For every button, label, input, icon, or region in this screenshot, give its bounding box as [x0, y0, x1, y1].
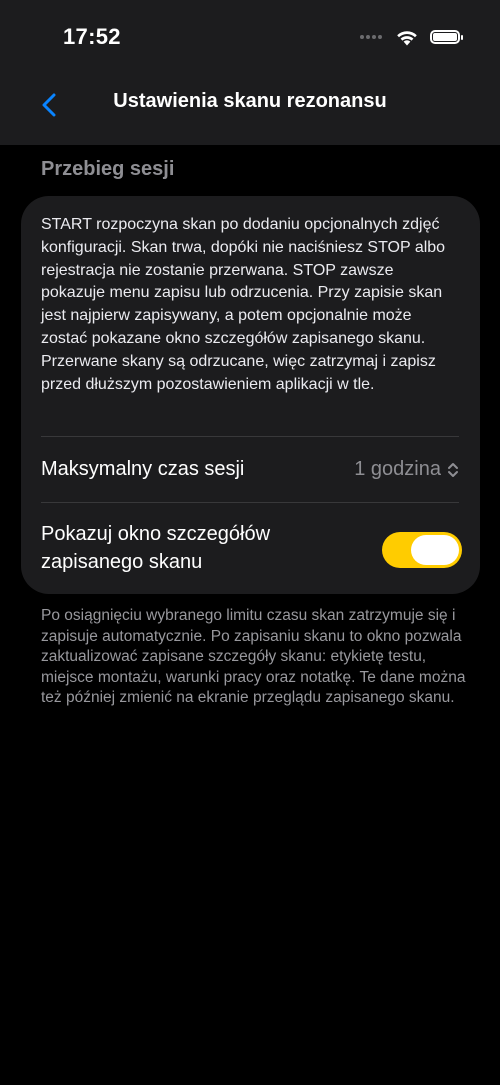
details-toggle-label-line2: zapisanego skanu	[41, 551, 203, 573]
page-title: Ustawienia skanu rezonansu	[113, 90, 387, 112]
settings-card: START rozpoczyna skan po dodaniu opcjona…	[21, 196, 480, 594]
section-header: Przebieg sesji	[41, 158, 175, 180]
status-time: 17:52	[63, 24, 121, 49]
divider	[41, 436, 459, 437]
details-toggle-label-line1: Pokazuj okno szczegółów	[41, 523, 271, 545]
battery-fill	[433, 33, 457, 41]
toggle-knob	[411, 535, 459, 565]
section-description: START rozpoczyna skan po dodaniu opcjona…	[41, 216, 446, 393]
divider	[41, 502, 459, 503]
max-duration-label: Maksymalny czas sesji	[41, 458, 245, 480]
navigation-bar: 17:52 Ustawienia skanu rezonansu	[0, 0, 500, 145]
status-icons	[360, 26, 463, 48]
max-duration-value: 1 godzina	[354, 458, 441, 480]
section-footer: Po osiągnięciu wybranego limitu czasu sk…	[41, 607, 466, 706]
chevron-up-down-icon	[448, 462, 458, 477]
wifi-icon	[397, 30, 417, 45]
battery-icon	[430, 30, 463, 44]
max-duration-picker[interactable]: 1 godzina	[354, 458, 459, 481]
cellular-signal-icon	[360, 35, 382, 39]
details-toggle-switch[interactable]	[382, 532, 462, 568]
